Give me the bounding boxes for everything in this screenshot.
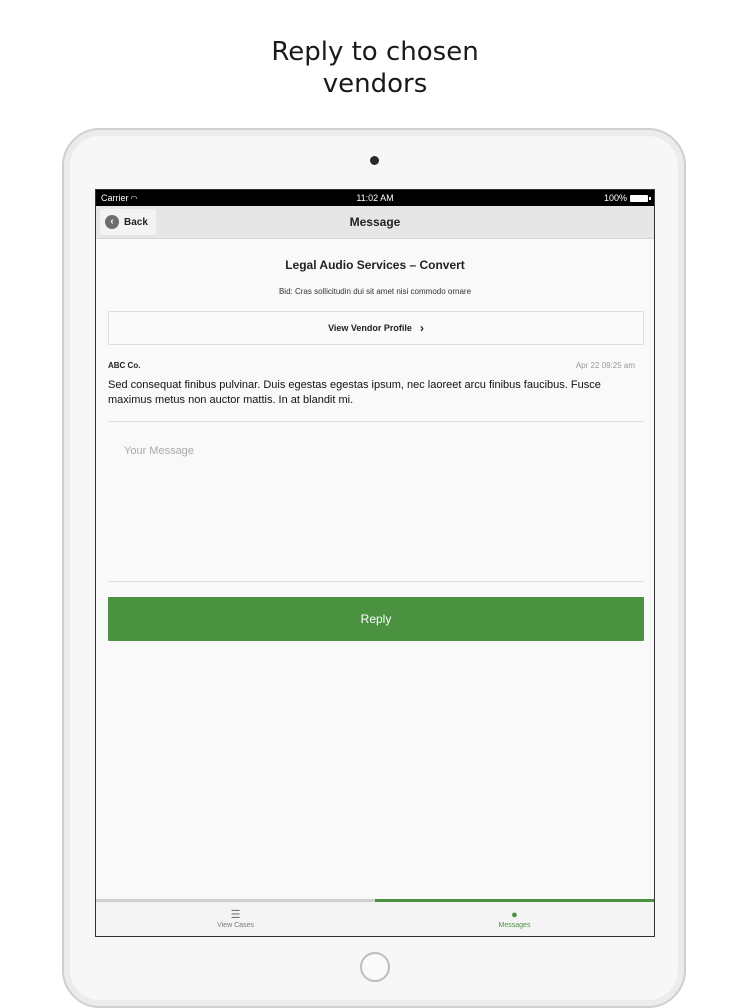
tab-bar: ☰ View Cases ● Messages (96, 899, 654, 936)
camera-icon (370, 156, 379, 165)
view-vendor-profile-label: View Vendor Profile (328, 323, 412, 333)
tab-messages-label: Messages (498, 921, 531, 929)
home-button[interactable] (360, 952, 390, 982)
bid-text: Bid: Cras sollicitudin dui sit amet nisi… (278, 287, 472, 296)
message-sender: ABC Co. (108, 361, 141, 370)
caption-line-1: Reply to chosen (271, 37, 479, 67)
page-title: Message (349, 215, 401, 229)
status-bar: Carrier ◠ 11:02 AM 100% (96, 190, 654, 206)
message-date: Apr 22 09:25 am (575, 361, 635, 370)
reply-button[interactable]: Reply (108, 597, 644, 641)
app-screen: Carrier ◠ 11:02 AM 100% ‹ Back Message Le… (95, 189, 655, 937)
promo-caption: Reply to chosen vendors (0, 36, 750, 100)
message-body: Sed consequat finibus pulvinar. Duis ege… (108, 379, 601, 406)
tab-indicator-inactive (96, 899, 375, 902)
list-icon: ☰ (230, 908, 241, 921)
tab-view-cases-label: View Cases (217, 921, 254, 929)
status-time: 11:02 AM (356, 193, 394, 203)
view-vendor-profile-button[interactable]: View Vendor Profile › (108, 311, 644, 345)
tab-indicator-active (375, 899, 654, 902)
battery-indicator: 100% (603, 190, 651, 206)
vendor-title: Legal Audio Services – Convert (285, 258, 465, 272)
chevron-right-icon: › (419, 321, 424, 335)
tab-view-cases[interactable]: ☰ View Cases (96, 903, 375, 935)
message-input[interactable]: Your Message (108, 421, 644, 581)
battery-icon (630, 194, 651, 202)
battery-percent: 100% (603, 193, 627, 203)
tab-messages[interactable]: ● Messages (375, 903, 654, 935)
chat-bubble-icon: ● (511, 908, 518, 921)
divider (108, 581, 644, 582)
navigation-bar: ‹ Back Message (96, 206, 654, 239)
caption-line-2: vendors (322, 69, 428, 99)
